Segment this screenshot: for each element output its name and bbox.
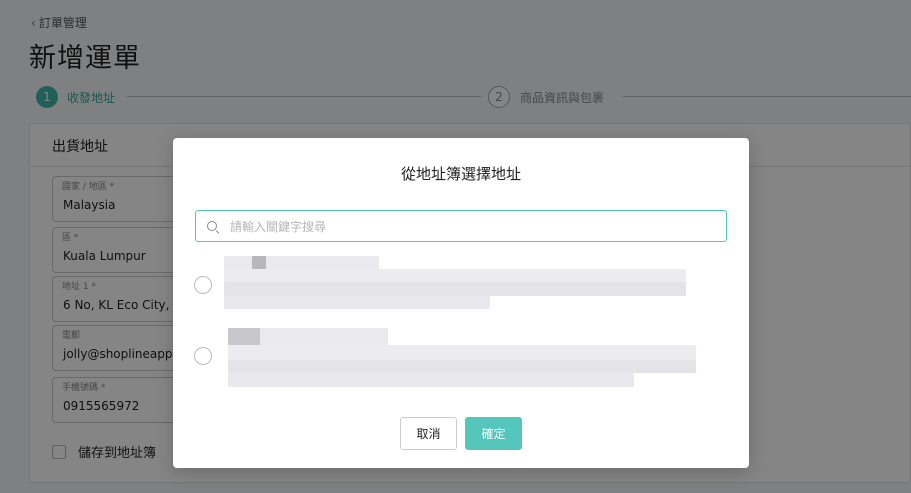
cancel-button[interactable]: 取消 [400, 417, 457, 450]
redacted-block [224, 296, 490, 309]
search-icon [207, 221, 217, 231]
redacted-block [224, 282, 686, 296]
redacted-block [228, 328, 260, 345]
modal-title: 從地址簿選擇地址 [400, 165, 521, 183]
redacted-block [228, 373, 634, 387]
redacted-block [224, 269, 686, 282]
redacted-block [224, 256, 379, 269]
search-box[interactable] [195, 210, 727, 242]
address-option-1-radio[interactable] [194, 276, 212, 294]
address-option-2-radio[interactable] [194, 347, 212, 365]
redacted-block [252, 256, 266, 269]
redacted-block [228, 345, 696, 360]
confirm-button[interactable]: 確定 [465, 417, 522, 450]
address-book-modal: 從地址簿選擇地址 取消 確定 [173, 138, 749, 468]
search-input[interactable] [230, 217, 710, 237]
redacted-block [228, 360, 696, 373]
